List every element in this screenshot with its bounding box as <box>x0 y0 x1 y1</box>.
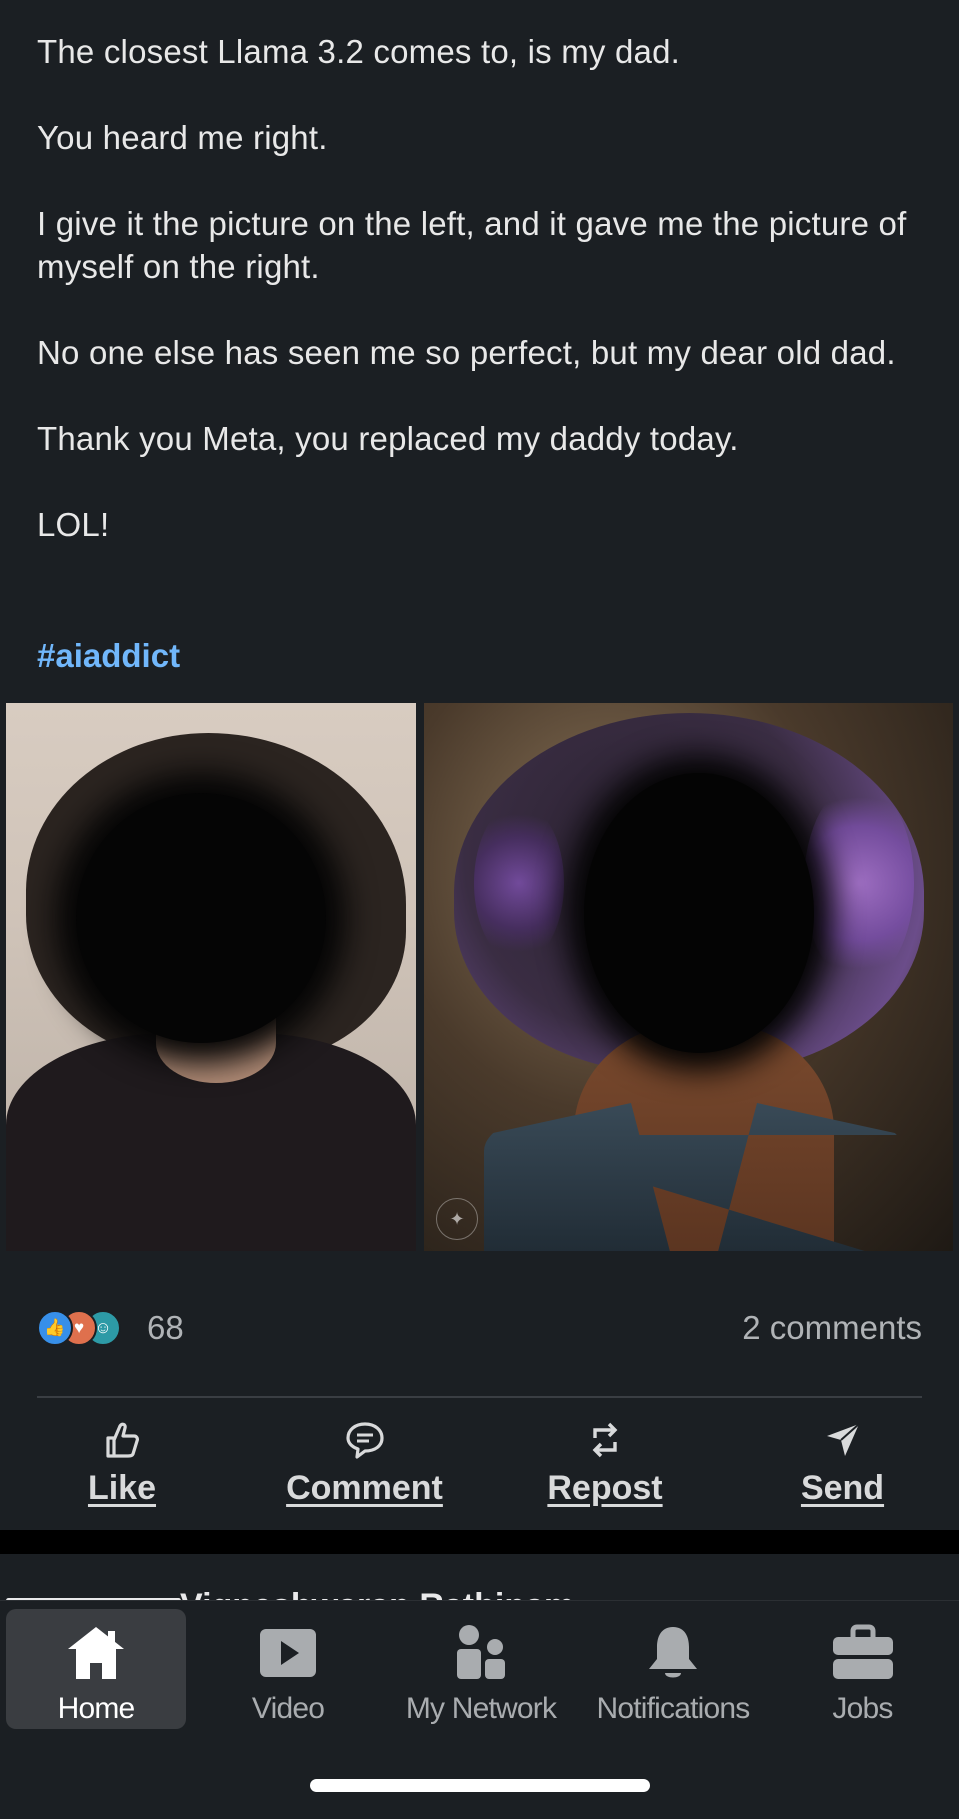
repost-button[interactable]: Repost <box>535 1418 675 1508</box>
comment-button[interactable]: Comment <box>272 1418 457 1508</box>
tab-my-network[interactable]: My Network <box>386 1609 576 1729</box>
tab-jobs-label: Jobs <box>832 1692 893 1725</box>
feed-separator <box>0 1530 959 1554</box>
post-paragraph: The closest Llama 3.2 comes to, is my da… <box>37 33 681 70</box>
divider <box>37 1396 922 1398</box>
blurred-face <box>584 773 814 1053</box>
post-paragraph: LOL! <box>37 506 110 543</box>
tab-notifications-label: Notifications <box>596 1692 750 1725</box>
post-paragraph: Thank you Meta, you replaced my daddy to… <box>37 420 739 457</box>
comment-icon <box>345 1422 384 1459</box>
feed-post: The closest Llama 3.2 comes to, is my da… <box>0 0 959 1530</box>
original-photo[interactable] <box>6 703 416 1251</box>
comments-count[interactable]: 2 comments <box>742 1308 922 1348</box>
tab-home-label: Home <box>57 1692 136 1725</box>
briefcase-icon <box>832 1624 893 1679</box>
send-button[interactable]: Send <box>790 1418 895 1508</box>
tab-video-label: Video <box>251 1692 325 1725</box>
social-counts: 👍 ♥ ☺ 68 2 comments <box>37 1308 922 1348</box>
send-label: Send <box>800 1469 885 1507</box>
repost-icon <box>592 1422 618 1458</box>
reaction-count[interactable]: 68 <box>147 1308 184 1348</box>
thumbs-up-icon <box>106 1422 139 1458</box>
hair-highlight <box>804 783 914 983</box>
like-label: Like <box>87 1469 157 1507</box>
reactions-cluster[interactable]: 👍 ♥ ☺ <box>37 1310 137 1346</box>
blurred-face <box>76 793 326 1043</box>
post-paragraph: No one else has seen me so perfect, but … <box>37 334 896 371</box>
hashtag-link[interactable]: #aiaddict <box>37 636 180 676</box>
tab-jobs[interactable]: Jobs <box>770 1609 955 1729</box>
tab-home[interactable]: Home <box>6 1609 186 1729</box>
repost-label: Repost <box>547 1469 663 1507</box>
sparkle-watermark-icon: ✦ <box>436 1198 478 1240</box>
like-reaction-icon: 👍 <box>37 1310 73 1346</box>
post-actions: Like Comment Repost Send <box>0 1418 959 1518</box>
bell-icon <box>649 1627 697 1678</box>
send-icon <box>826 1423 860 1456</box>
comment-label: Comment <box>286 1469 443 1507</box>
post-body: The closest Llama 3.2 comes to, is my da… <box>37 30 917 589</box>
post-paragraph: I give it the picture on the left, and i… <box>37 205 916 285</box>
ai-generated-photo[interactable]: ✦ <box>424 703 953 1251</box>
post-paragraph: You heard me right. <box>37 119 328 156</box>
home-icon <box>68 1627 124 1679</box>
people-icon <box>457 1625 505 1679</box>
video-play-icon <box>260 1629 316 1677</box>
like-button[interactable]: Like <box>72 1418 172 1508</box>
hair-highlight <box>474 803 564 963</box>
home-indicator-bar <box>310 1779 650 1792</box>
tab-notifications[interactable]: Notifications <box>578 1609 768 1729</box>
tab-video[interactable]: Video <box>198 1609 378 1729</box>
tab-my-network-label: My Network <box>405 1692 557 1725</box>
